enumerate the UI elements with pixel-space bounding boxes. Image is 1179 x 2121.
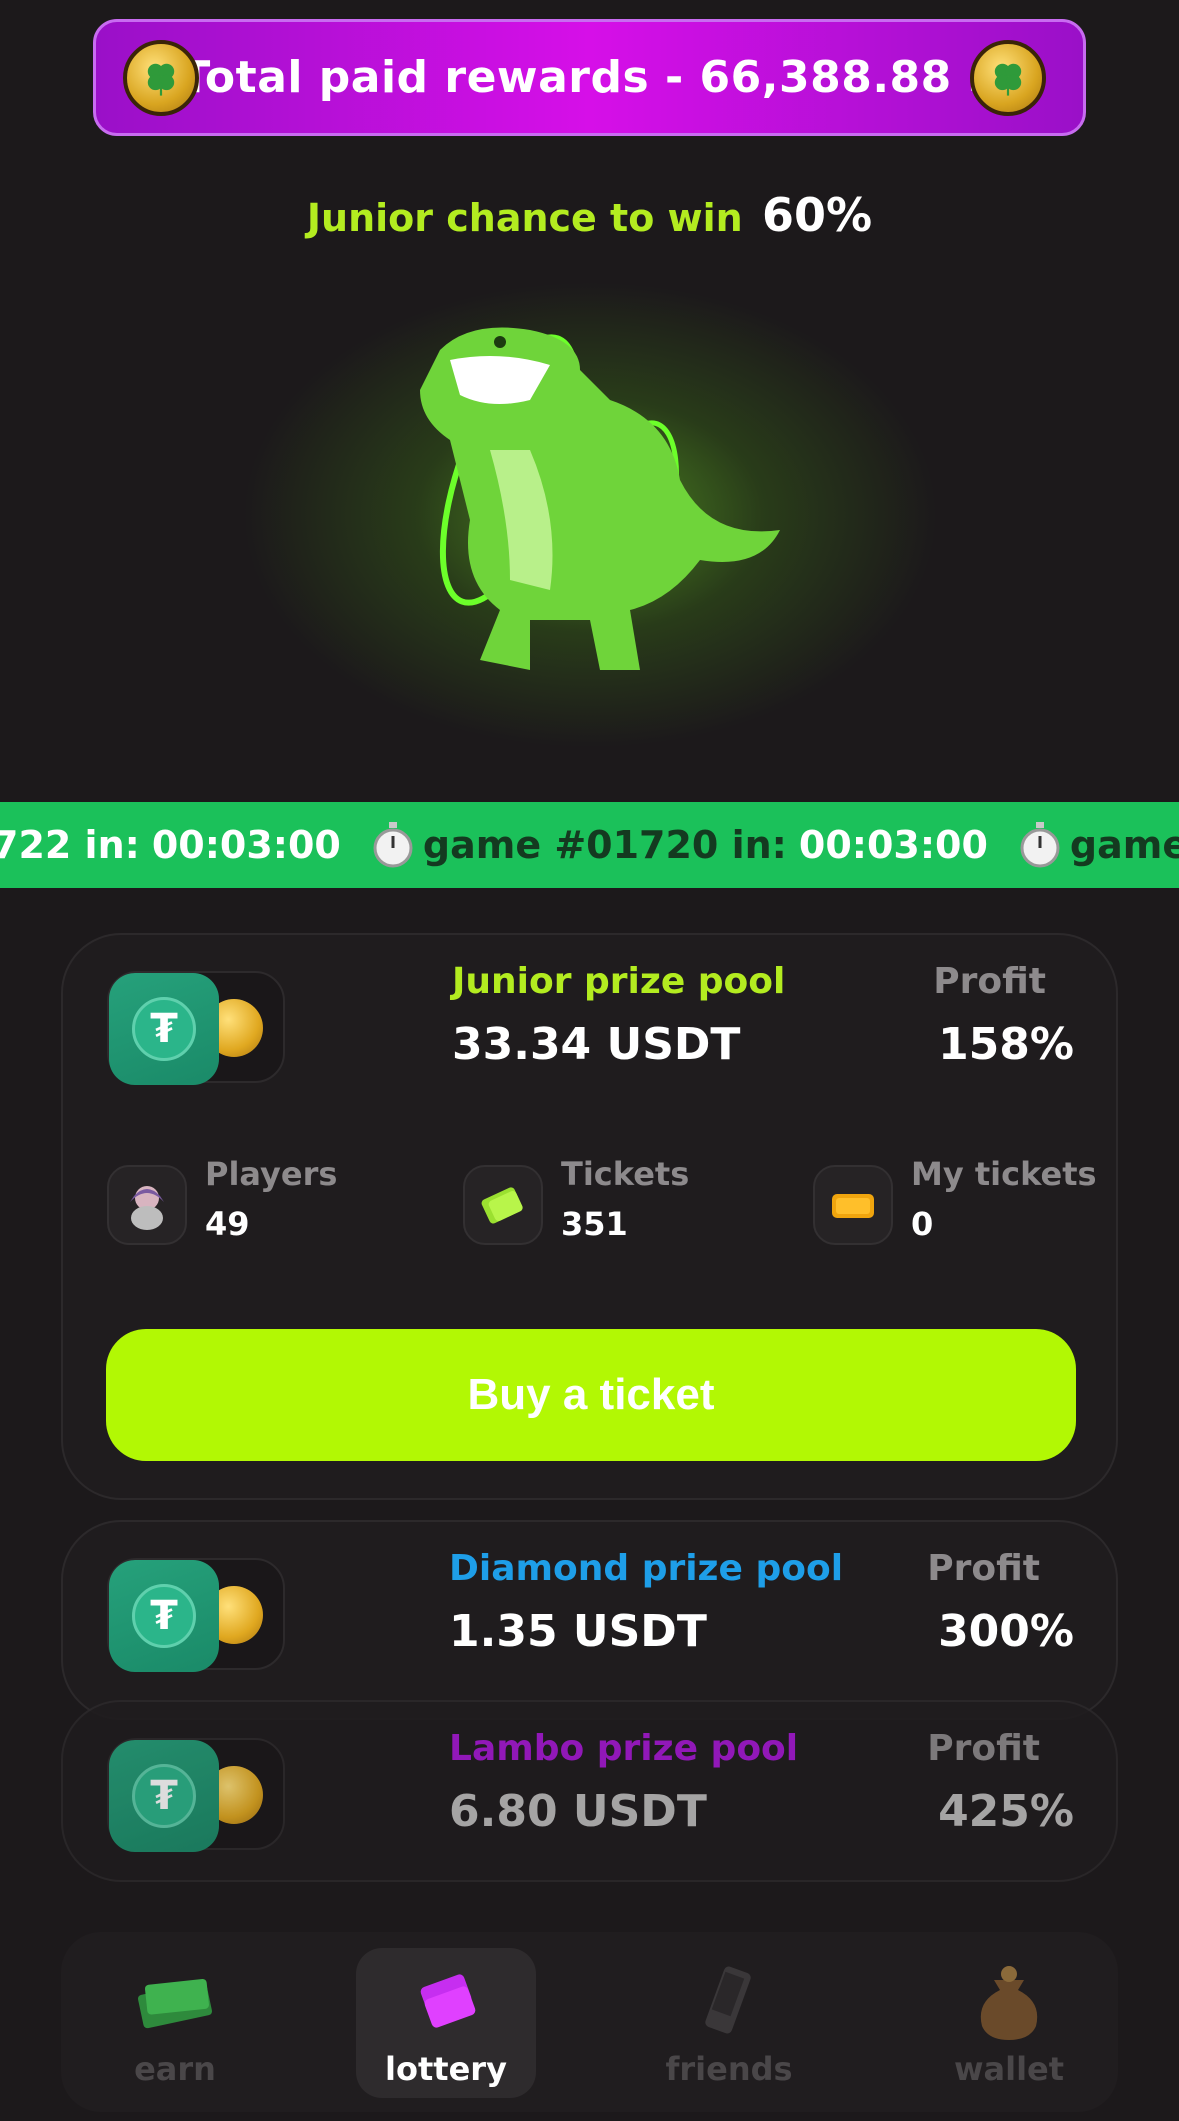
pool-name: Diamond prize pool bbox=[449, 1548, 844, 1589]
diamond-pool-card[interactable]: ₮ Diamond prize pool 1.35 USDT Profit 30… bbox=[61, 1520, 1118, 1720]
dinosaur-mascot-icon bbox=[420, 327, 780, 670]
win-chance-value: 60% bbox=[761, 188, 873, 242]
nav-label: lottery bbox=[385, 2050, 507, 2088]
stopwatch-icon bbox=[373, 822, 413, 868]
ticker-item: 722 in: 00:03:00 bbox=[0, 823, 341, 867]
lottery-tickets-icon bbox=[420, 1974, 476, 2028]
ticker-time: 00:03:00 bbox=[798, 823, 988, 867]
profit-label: Profit bbox=[927, 1548, 1040, 1589]
nav-wallet[interactable]: wallet bbox=[919, 1948, 1099, 2098]
pool-name: Junior prize pool bbox=[452, 961, 786, 1002]
tickets-icon bbox=[463, 1165, 543, 1245]
profit-value: 425% bbox=[938, 1786, 1074, 1837]
stat-label: My tickets bbox=[911, 1155, 1097, 1193]
profit-value: 300% bbox=[938, 1606, 1074, 1657]
clover-coin-icon bbox=[970, 40, 1046, 116]
ticker-game: game #017 bbox=[1069, 823, 1179, 867]
token-pair: ₮ bbox=[107, 971, 285, 1085]
tether-icon: ₮ bbox=[109, 1560, 219, 1672]
ticker-game: game #01720 in: bbox=[422, 823, 787, 867]
buy-ticket-button[interactable]: Buy a ticket bbox=[106, 1329, 1076, 1461]
stat-label: Tickets bbox=[561, 1155, 690, 1193]
bottom-nav: earn lottery friends wallet bbox=[61, 1932, 1118, 2112]
win-chance: Junior chance to win 60% bbox=[0, 188, 1179, 242]
nav-label: earn bbox=[134, 2050, 216, 2088]
pool-amount: 6.80 USDT bbox=[449, 1786, 707, 1837]
nav-earn[interactable]: earn bbox=[85, 1948, 265, 2098]
ticker-item: game #017 bbox=[1018, 820, 1179, 870]
total-rewards-banner: Total paid rewards - 66,388.88 $ bbox=[93, 19, 1086, 136]
token-pair: ₮ bbox=[107, 1558, 285, 1672]
game-ticker: 722 in: 00:03:00 game #01720 in: 00:03:0… bbox=[0, 802, 1179, 888]
tether-icon: ₮ bbox=[109, 1740, 219, 1852]
stat-value: 49 bbox=[205, 1205, 250, 1243]
pool-name: Lambo prize pool bbox=[449, 1728, 799, 1769]
stopwatch-icon bbox=[1020, 822, 1060, 868]
nav-lottery[interactable]: lottery bbox=[356, 1948, 536, 2098]
win-chance-label: Junior chance to win bbox=[306, 196, 743, 240]
player-avatar-icon bbox=[107, 1165, 187, 1245]
total-rewards-text: Total paid rewards - 66,388.88 $ bbox=[180, 52, 999, 103]
token-pair: ₮ bbox=[107, 1738, 285, 1852]
money-bag-icon bbox=[980, 1966, 1038, 2040]
nav-label: friends bbox=[665, 2050, 793, 2088]
ticket-icon bbox=[813, 1165, 893, 1245]
stat-label: Players bbox=[205, 1155, 338, 1193]
ticker-time: 00:03:00 bbox=[151, 823, 341, 867]
junior-pool-card[interactable]: ₮ Junior prize pool 33.34 USDT Profit 15… bbox=[61, 933, 1118, 1500]
pool-amount: 1.35 USDT bbox=[449, 1606, 707, 1657]
profit-label: Profit bbox=[927, 1728, 1040, 1769]
stat-value: 351 bbox=[561, 1205, 628, 1243]
nav-friends[interactable]: friends bbox=[639, 1948, 819, 2098]
nav-label: wallet bbox=[953, 2050, 1065, 2088]
clover-coin-icon bbox=[123, 40, 199, 116]
profit-value: 158% bbox=[938, 1019, 1074, 1070]
ticker-item: game #01720 in: 00:03:00 bbox=[371, 820, 988, 870]
pool-amount: 33.34 USDT bbox=[452, 1019, 741, 1070]
phone-icon bbox=[705, 1966, 751, 2034]
profit-label: Profit bbox=[933, 961, 1046, 1002]
stat-value: 0 bbox=[911, 1205, 934, 1243]
ticker-game: 722 in: bbox=[0, 823, 140, 867]
lambo-pool-card[interactable]: ₮ Lambo prize pool 6.80 USDT Profit 425% bbox=[61, 1700, 1118, 1882]
tether-icon: ₮ bbox=[109, 973, 219, 1085]
money-stack-icon bbox=[137, 1979, 213, 2029]
